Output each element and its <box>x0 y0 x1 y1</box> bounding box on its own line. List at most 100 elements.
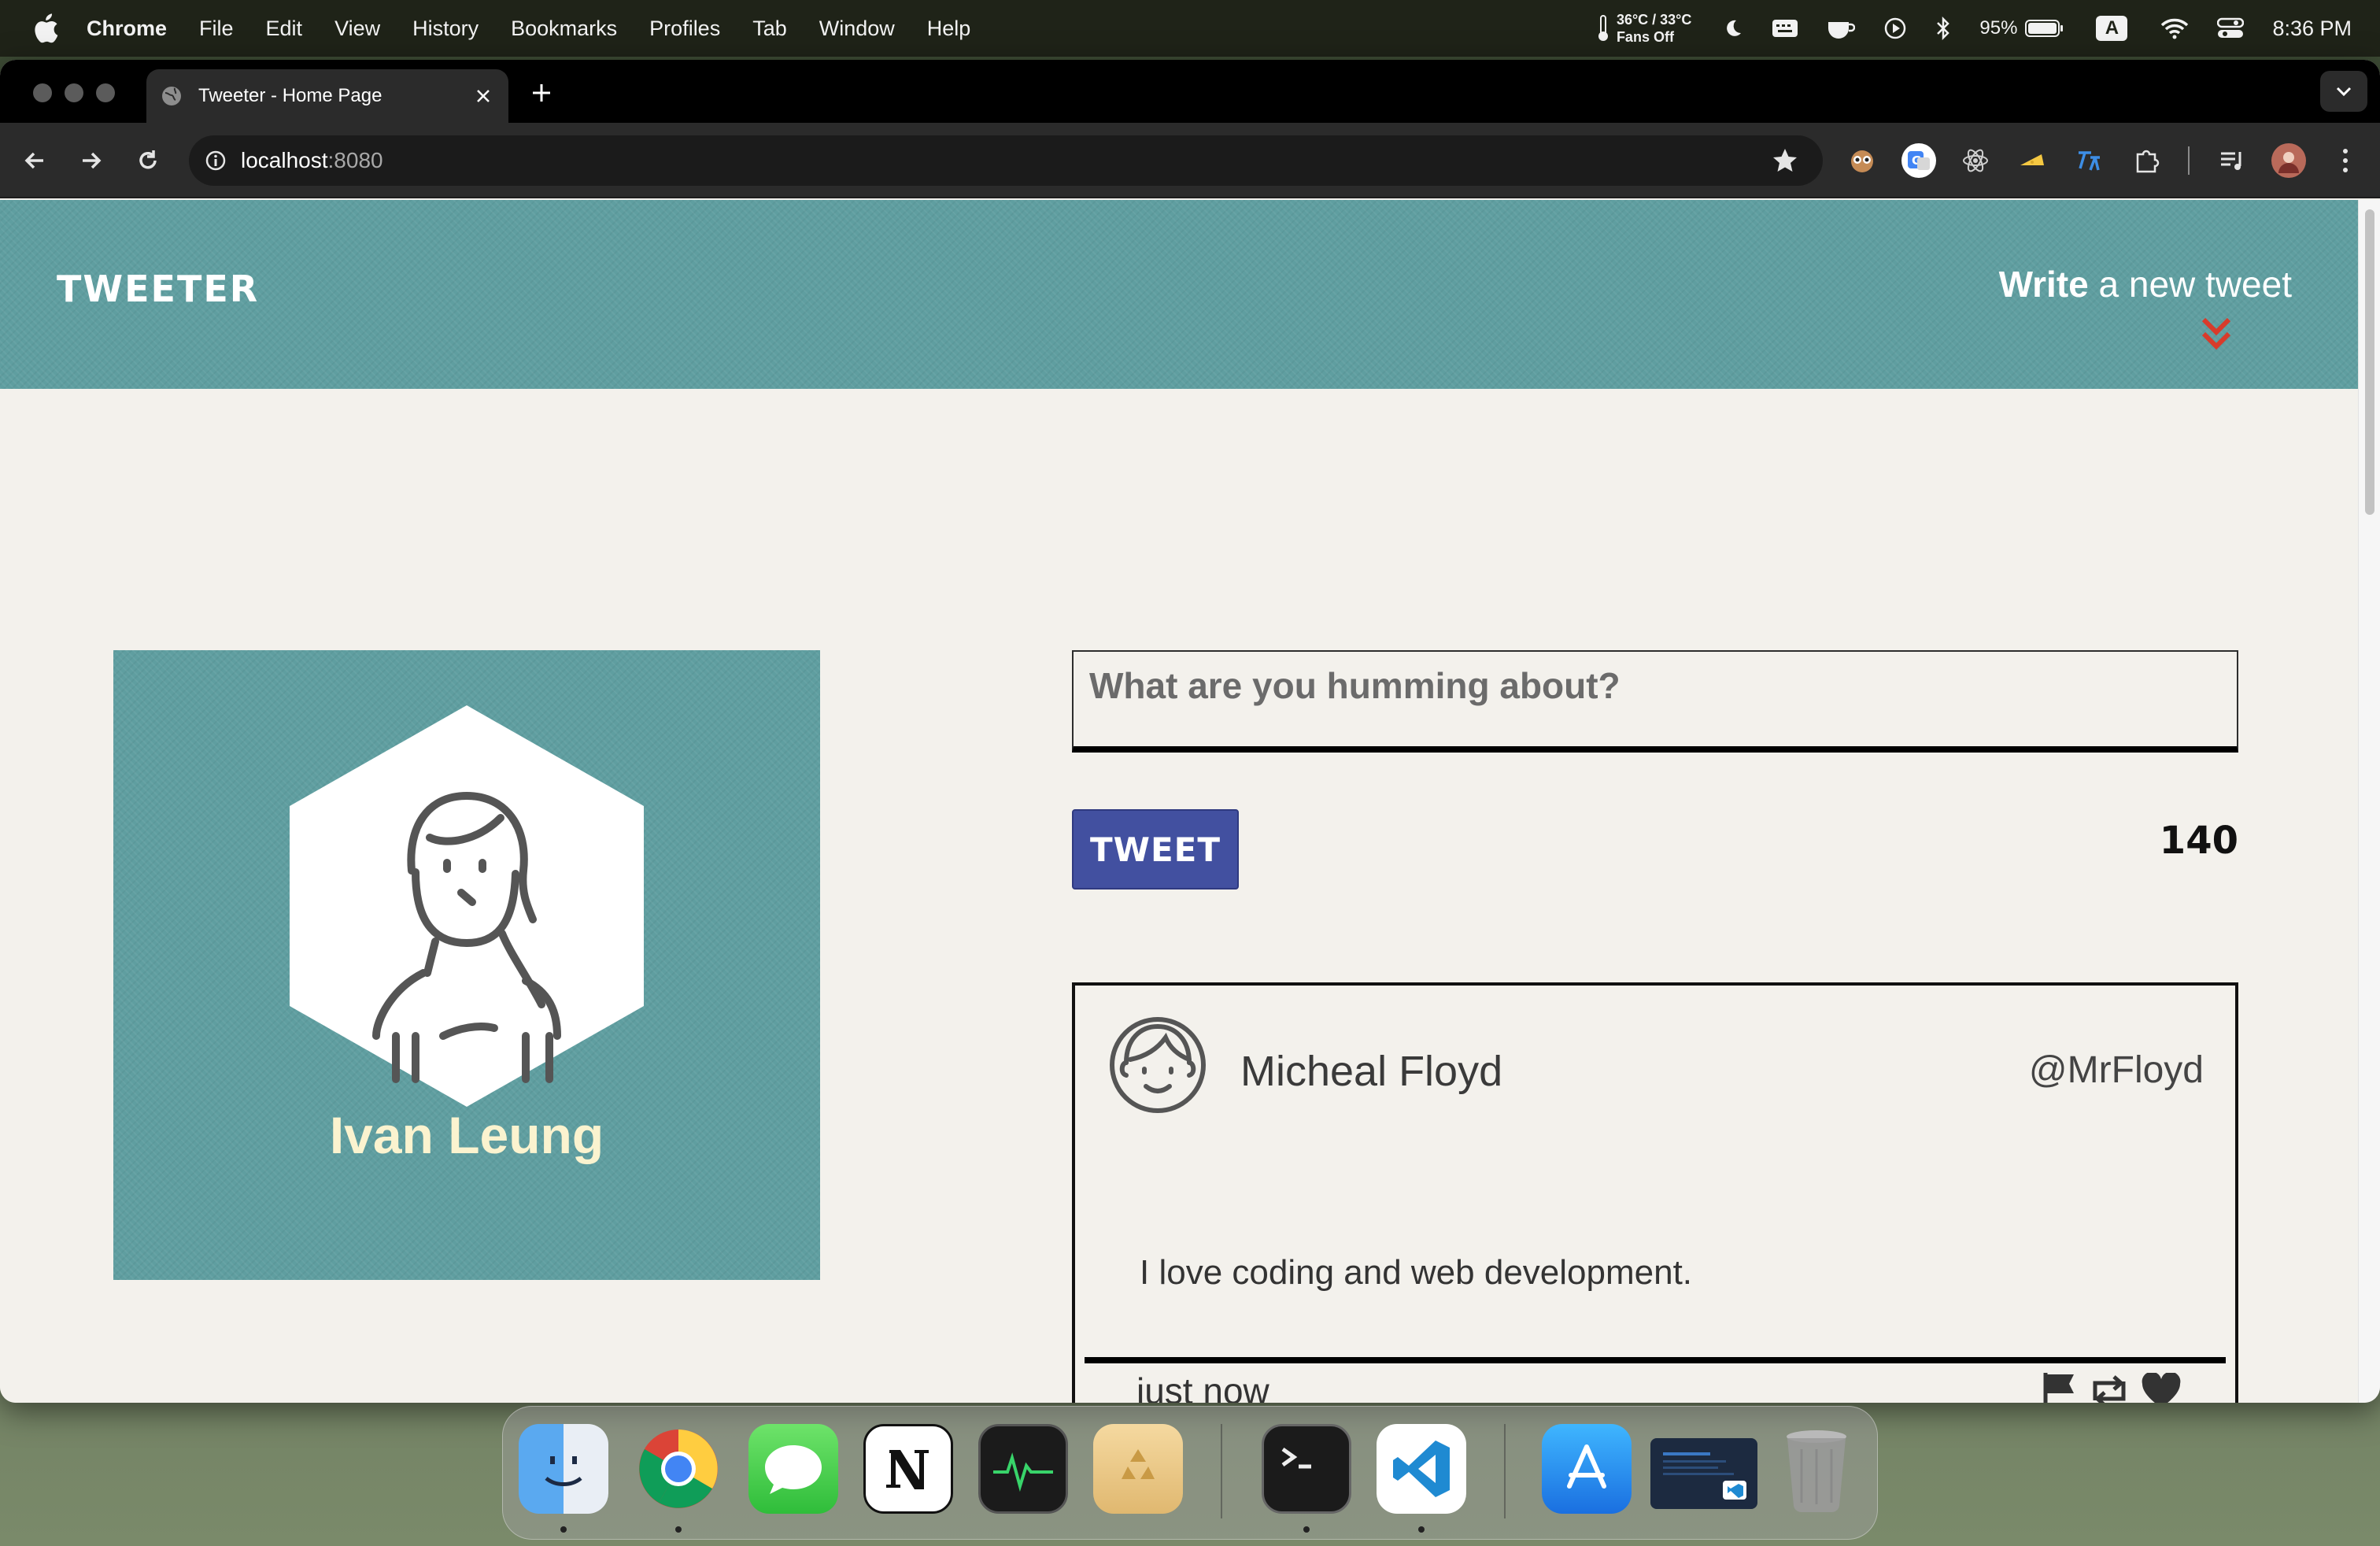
input-source-badge[interactable]: A <box>2096 16 2128 41</box>
tweet-divider <box>1085 1357 2226 1363</box>
dock-separator-2 <box>1504 1424 1506 1518</box>
tweet-content: I love coding and web development. <box>1140 1253 1693 1292</box>
google-translate-extension-icon[interactable]: G <box>1901 143 1936 178</box>
chrome-running-dot <box>675 1526 682 1533</box>
temperature-status[interactable]: 36°C / 33°C Fans Off <box>1598 11 1691 46</box>
finder-running-dot <box>560 1526 567 1533</box>
tweet-actions <box>2042 1371 2182 1403</box>
battery-icon[interactable] <box>2025 19 2064 38</box>
menu-file[interactable]: File <box>199 17 234 41</box>
wifi-icon[interactable] <box>2160 17 2189 39</box>
finder-icon[interactable] <box>519 1424 608 1514</box>
menu-window[interactable]: Window <box>819 17 895 41</box>
toolbar-divider <box>2188 146 2190 175</box>
translator-extension-icon[interactable] <box>2071 143 2106 178</box>
menu-app-name[interactable]: Chrome <box>87 17 167 41</box>
zoom-window-button[interactable] <box>96 83 115 102</box>
tweet-author-name: Micheal Floyd <box>1240 1048 1503 1095</box>
new-tweet-form: TWEET 140 <box>1072 650 2238 890</box>
retweet-icon[interactable] <box>2087 1374 2131 1403</box>
dock-separator <box>1221 1424 1222 1518</box>
keyboard-icon[interactable] <box>1772 18 1798 39</box>
site-info-icon[interactable] <box>205 150 227 172</box>
battery-percent: 95% <box>1979 17 2018 39</box>
reload-icon[interactable] <box>131 143 165 178</box>
bookmark-star-icon[interactable] <box>1771 146 1799 180</box>
app-store-icon[interactable] <box>1542 1424 1632 1514</box>
control-center-icon[interactable] <box>2217 17 2245 39</box>
thermometer-icon <box>1598 15 1608 41</box>
close-tab-icon[interactable] <box>468 80 499 112</box>
menu-bookmarks[interactable]: Bookmarks <box>511 17 617 41</box>
vscode-icon[interactable] <box>1377 1424 1466 1514</box>
address-bar[interactable]: localhost :8080 <box>189 135 1823 186</box>
character-counter: 140 <box>2159 819 2238 863</box>
heart-icon[interactable] <box>2141 1373 2182 1403</box>
apple-menu-icon[interactable] <box>28 11 63 46</box>
browser-window: Tweeter - Home Page localhost :8080 G TW… <box>0 60 2380 1403</box>
profile-card: Ivan Leung <box>113 650 820 1280</box>
menu-tab[interactable]: Tab <box>752 17 787 41</box>
terminal-icon[interactable] <box>1262 1424 1351 1514</box>
owl-extension-icon[interactable] <box>1845 143 1879 178</box>
menu-bar: Chrome File Edit View History Bookmarks … <box>0 0 2380 57</box>
close-window-button[interactable] <box>33 83 52 102</box>
tweet-submit-button[interactable]: TWEET <box>1072 809 1239 890</box>
site-brand[interactable]: TWEETER <box>57 268 259 310</box>
tweet-author-handle: @MrFloyd <box>2028 1049 2204 1091</box>
compose-toggle-rest: a new tweet <box>2088 264 2293 305</box>
tweet-timestamp: just now <box>1136 1370 1269 1403</box>
extensions-puzzle-icon[interactable] <box>2130 143 2164 178</box>
back-arrow-icon[interactable] <box>17 143 52 178</box>
vscode-running-dot <box>1418 1526 1425 1533</box>
page-scrollbar[interactable] <box>2358 200 2380 1403</box>
fans-text: Fans Off <box>1616 29 1674 45</box>
temperature-text: 36°C / 33°C <box>1616 12 1692 28</box>
menu-view[interactable]: View <box>334 17 380 41</box>
recycle-app-icon[interactable] <box>1093 1424 1183 1514</box>
url-port: :8080 <box>327 148 383 172</box>
write-new-tweet-toggle[interactable]: Write a new tweet <box>1999 263 2292 305</box>
bluetooth-icon[interactable] <box>1935 17 1951 40</box>
react-devtools-icon[interactable] <box>1958 143 1993 178</box>
page-viewport: TWEETER Write a new tweet Ivan Leung Wha… <box>0 200 2358 1403</box>
messages-icon[interactable] <box>748 1424 838 1514</box>
clock[interactable]: 8:36 PM <box>2272 17 2352 41</box>
tab-active[interactable]: Tweeter - Home Page <box>146 69 508 123</box>
menu-profiles[interactable]: Profiles <box>649 17 720 41</box>
tab-title: Tweeter - Home Page <box>198 85 382 106</box>
profile-avatar <box>290 705 644 1111</box>
media-controls-icon[interactable] <box>2215 143 2249 178</box>
profile-name: Ivan Leung <box>329 1106 604 1164</box>
menu-help[interactable]: Help <box>927 17 971 41</box>
cheese-extension-icon[interactable] <box>2015 143 2049 178</box>
tweet-text-input[interactable] <box>1072 650 2238 753</box>
profile-avatar-icon[interactable] <box>2271 143 2306 178</box>
vscode-window-thumbnail[interactable] <box>1650 1438 1757 1509</box>
new-tab-plus-icon[interactable] <box>526 77 557 109</box>
browser-toolbar: localhost :8080 G <box>0 123 2380 198</box>
chrome-menu-kebab-icon[interactable] <box>2328 143 2363 178</box>
play-circle-icon[interactable] <box>1883 17 1907 40</box>
tweet-card: Micheal Floyd @MrFloyd I love coding and… <box>1072 982 2238 1403</box>
terminal-running-dot <box>1303 1526 1310 1533</box>
url-host: localhost <box>241 148 328 172</box>
activity-monitor-icon[interactable] <box>978 1424 1068 1514</box>
scrollbar-thumb[interactable] <box>2365 209 2374 515</box>
author-avatar-icon <box>1107 1014 1209 1120</box>
double-chevron-down-icon[interactable] <box>2201 316 2232 355</box>
tab-search-chevron-icon[interactable] <box>2320 71 2367 112</box>
notion-icon[interactable] <box>863 1424 953 1514</box>
trash-icon[interactable] <box>1772 1424 1861 1514</box>
moon-icon[interactable] <box>1723 18 1743 39</box>
coffee-cup-icon[interactable] <box>1827 17 1856 39</box>
minimize-window-button[interactable] <box>65 83 83 102</box>
dock <box>502 1406 1878 1540</box>
menu-edit[interactable]: Edit <box>266 17 303 41</box>
forward-arrow-icon[interactable] <box>74 143 109 178</box>
tab-strip: Tweeter - Home Page <box>0 60 2380 123</box>
site-header: TWEETER Write a new tweet <box>0 200 2358 389</box>
menu-history[interactable]: History <box>412 17 479 41</box>
chrome-icon[interactable] <box>634 1424 723 1514</box>
flag-icon[interactable] <box>2042 1371 2078 1403</box>
